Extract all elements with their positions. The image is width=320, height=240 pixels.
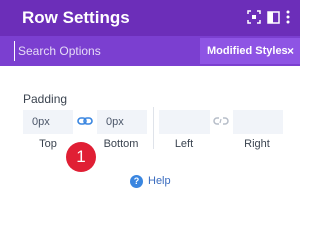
page-title: Row Settings <box>22 8 130 27</box>
search-bar: Modified Styles × <box>0 36 300 66</box>
focus-icon[interactable] <box>246 9 262 25</box>
step-badge: 1 <box>66 142 96 172</box>
padding-left-input[interactable] <box>159 110 210 134</box>
left-label: Left <box>174 138 194 150</box>
close-icon[interactable]: × <box>287 44 294 58</box>
bottom-label: Bottom <box>103 138 139 150</box>
right-label: Right <box>244 138 270 150</box>
search-input[interactable] <box>14 41 194 61</box>
help-icon: ? <box>130 174 143 188</box>
padding-right-input[interactable] <box>233 110 283 134</box>
link-icon[interactable] <box>77 115 93 127</box>
modified-styles-label: Modified Styles <box>207 45 288 57</box>
padding-bottom-input[interactable] <box>97 110 147 134</box>
divider <box>153 107 154 149</box>
help-label: Help <box>148 175 171 187</box>
unlink-icon[interactable] <box>213 115 229 127</box>
padding-top-input[interactable] <box>23 110 73 134</box>
help-link[interactable]: ? Help <box>130 173 171 189</box>
modified-styles-button[interactable]: Modified Styles × <box>200 38 300 64</box>
more-vertical-icon[interactable] <box>280 9 296 25</box>
split-view-icon[interactable] <box>265 9 281 25</box>
padding-label: Padding <box>23 92 68 106</box>
top-label: Top <box>39 138 57 150</box>
settings-header: Row Settings <box>0 0 300 36</box>
